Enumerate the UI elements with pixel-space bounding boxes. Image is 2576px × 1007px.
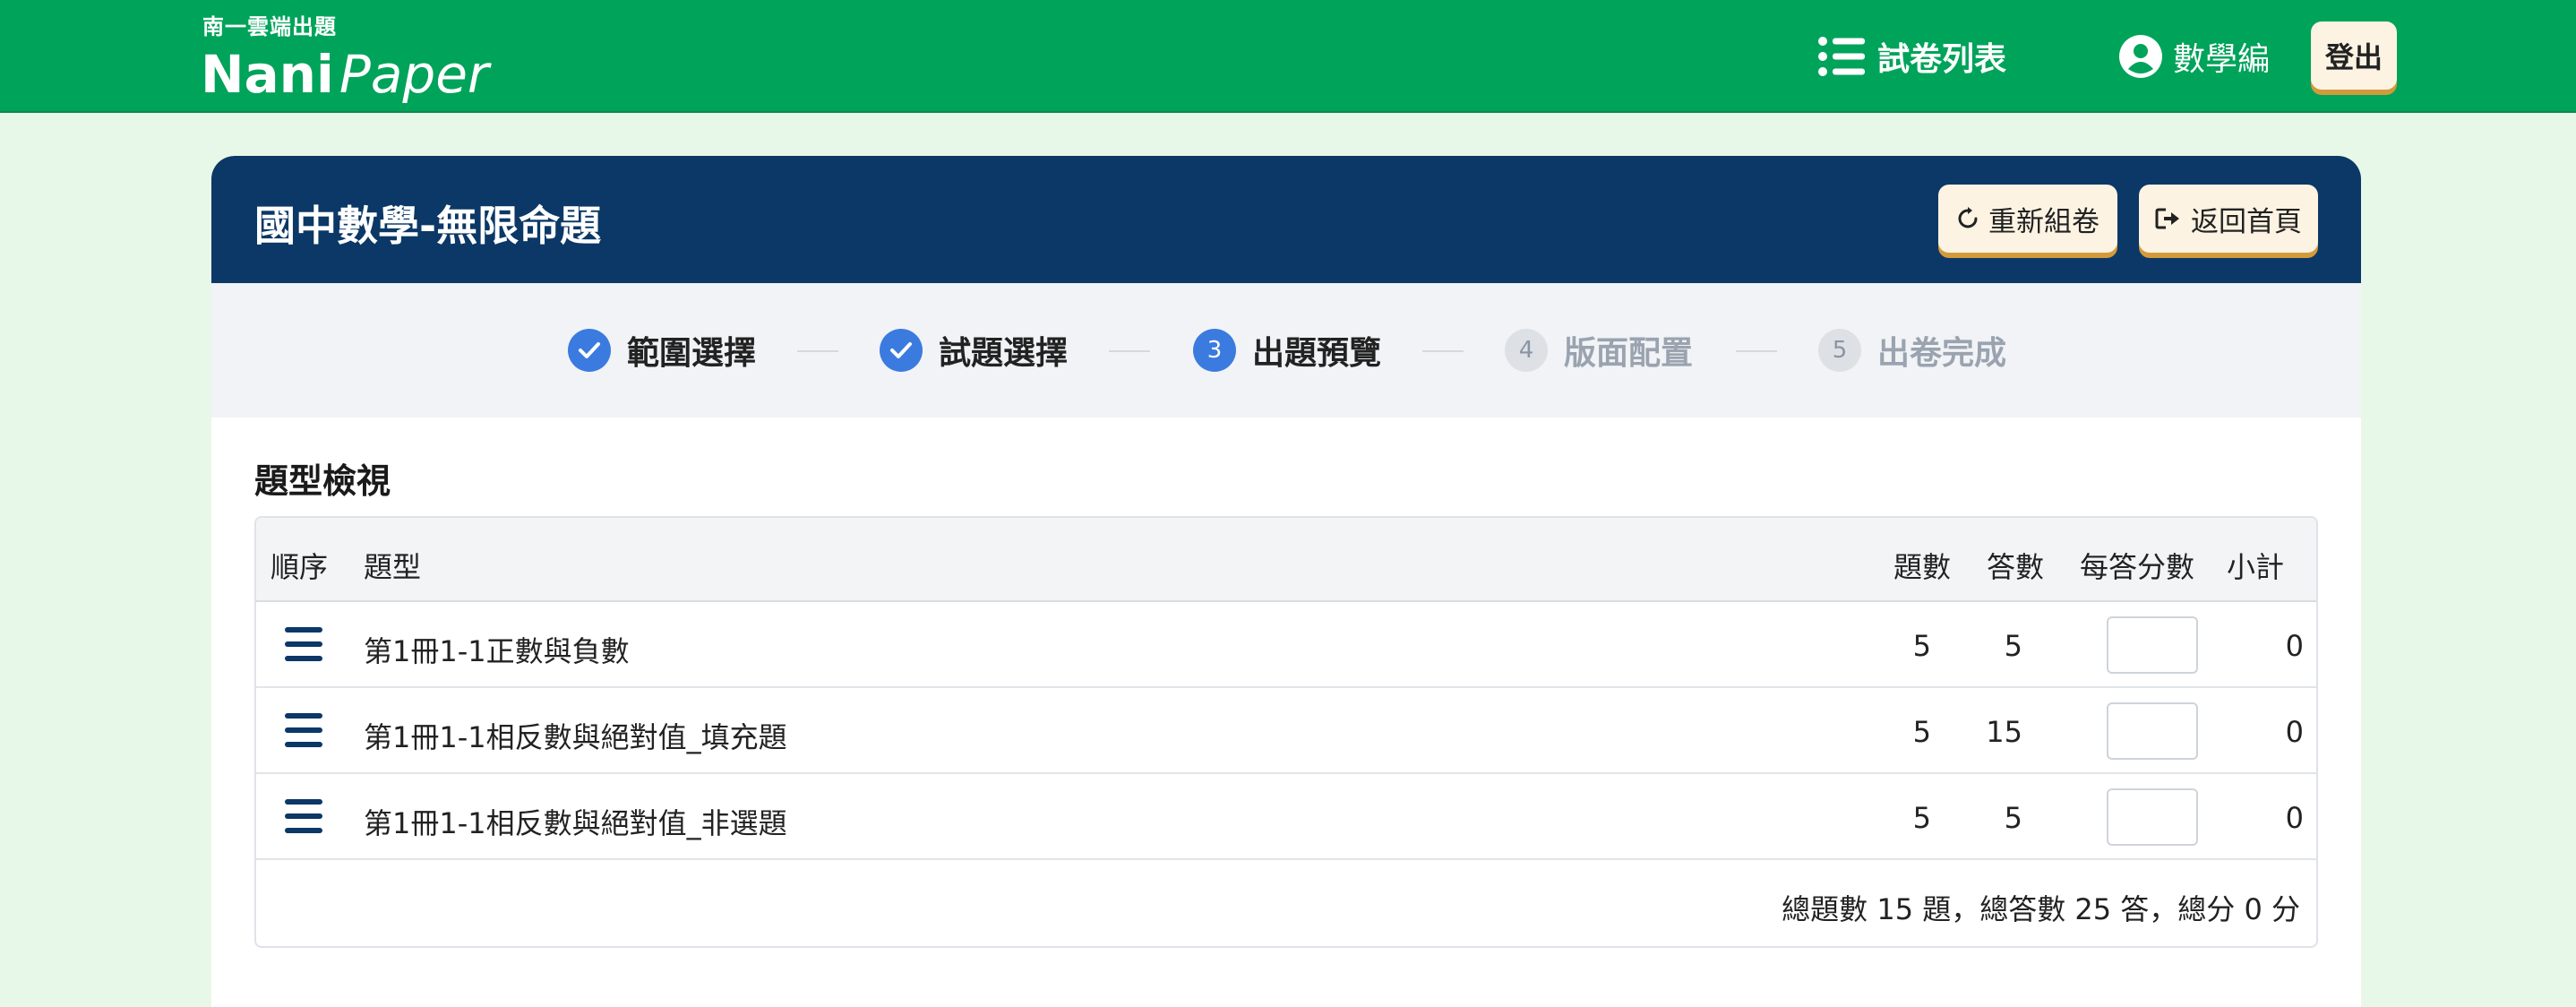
refresh-icon [1958,207,1978,228]
step-connector [1109,350,1150,352]
step-question-selection[interactable]: 試題選擇 [880,328,1068,373]
section-title: 題型檢視 [254,461,391,501]
table-row: 第1冊1-1相反數與絕對值_非選題 5 5 0 [256,774,2316,860]
step-connector [1422,350,1464,352]
drag-handle-icon[interactable] [285,713,322,747]
row-question-count: 5 [1912,629,1931,663]
row-answer-count: 5 [2004,801,2022,835]
top-navbar: 南一雲端出題 Nani Paper 試卷列表 數學編 登出 [0,0,2576,113]
nav-paper-list[interactable]: 試卷列表 [1818,32,2006,81]
step-number: 4 [1505,329,1548,372]
drag-handle-icon[interactable] [285,627,322,661]
brand-name-bold: Nani [201,44,334,105]
page-title: 國中數學-無限命題 [254,202,602,250]
step-complete: 5 出卷完成 [1818,328,2006,373]
score-per-answer-input[interactable] [2107,616,2198,674]
back-home-label: 返回首頁 [2191,205,2302,238]
logout-button[interactable]: 登出 [2311,22,2397,90]
row-answer-count: 15 [1986,715,2022,749]
drag-handle-icon[interactable] [285,799,322,833]
card-header: 國中數學-無限命題 重新組卷 返回首頁 [211,156,2361,283]
row-subtotal: 0 [2285,801,2304,835]
brand-name-light: Paper [339,44,489,105]
nav-paper-list-label: 試卷列表 [1877,41,2007,78]
row-type-name: 第1冊1-1相反數與絕對值_填充題 [364,720,787,754]
col-type: 題型 [364,550,422,584]
table-row: 第1冊1-1正數與負數 5 5 0 [256,602,2316,688]
step-scope-selection[interactable]: 範圍選擇 [568,328,756,373]
nav-user[interactable]: 數學編 [2119,32,2270,81]
row-question-count: 5 [1912,715,1931,749]
check-icon [568,329,611,372]
col-order: 順序 [270,550,329,584]
step-label: 出題預覽 [1252,335,1382,372]
progress-stepper: 範圍選擇 試題選擇 3 出題預覽 4 版面配置 5 出卷完成 [211,283,2361,417]
check-icon [880,329,923,372]
row-type-name: 第1冊1-1相反數與絕對值_非選題 [364,806,787,840]
user-avatar-icon [2119,35,2162,78]
list-icon [1818,37,1865,76]
step-number: 3 [1193,329,1236,372]
col-score-per-answer: 每答分數 [2080,550,2195,584]
step-label: 試題選擇 [939,335,1069,372]
row-subtotal: 0 [2285,715,2304,749]
col-subtotal: 小計 [2227,550,2285,584]
step-layout: 4 版面配置 [1505,328,1693,373]
step-label: 範圍選擇 [627,335,757,372]
nav-user-label: 數學編 [2173,41,2271,78]
regenerate-paper-label: 重新組卷 [1988,205,2099,238]
step-preview[interactable]: 3 出題預覽 [1193,328,1381,373]
brand-logo[interactable]: 南一雲端出題 Nani Paper [201,9,489,104]
step-label: 版面配置 [1564,335,1694,372]
back-home-button[interactable]: 返回首頁 [2139,185,2318,253]
score-per-answer-input[interactable] [2107,702,2198,760]
table-summary: 總題數 15 題，總答數 25 答，總分 0 分 [1782,892,2300,926]
table-header: 順序 題型 題數 答數 每答分數 小計 [256,518,2316,602]
sign-out-icon [2155,208,2179,229]
row-question-count: 5 [1912,801,1931,835]
step-connector [1736,350,1777,352]
main-card: 國中數學-無限命題 重新組卷 返回首頁 範圍選擇 試題選擇 3 出題預覽 4 版… [211,156,2361,1007]
step-label: 出卷完成 [1877,335,2007,372]
col-answers: 答數 [1987,550,2045,584]
step-connector [797,350,838,352]
col-questions: 題數 [1893,550,1952,584]
brand-subtitle: 南一雲端出題 [202,14,337,39]
row-type-name: 第1冊1-1正數與負數 [364,634,630,668]
step-number: 5 [1818,329,1861,372]
question-type-table: 順序 題型 題數 答數 每答分數 小計 第1冊1-1正數與負數 5 5 0 第1… [254,516,2318,948]
score-per-answer-input[interactable] [2107,788,2198,846]
row-subtotal: 0 [2285,629,2304,663]
table-row: 第1冊1-1相反數與絕對值_填充題 5 15 0 [256,688,2316,774]
row-answer-count: 5 [2004,629,2022,663]
brand-name: Nani Paper [201,45,489,104]
regenerate-paper-button[interactable]: 重新組卷 [1938,185,2117,253]
